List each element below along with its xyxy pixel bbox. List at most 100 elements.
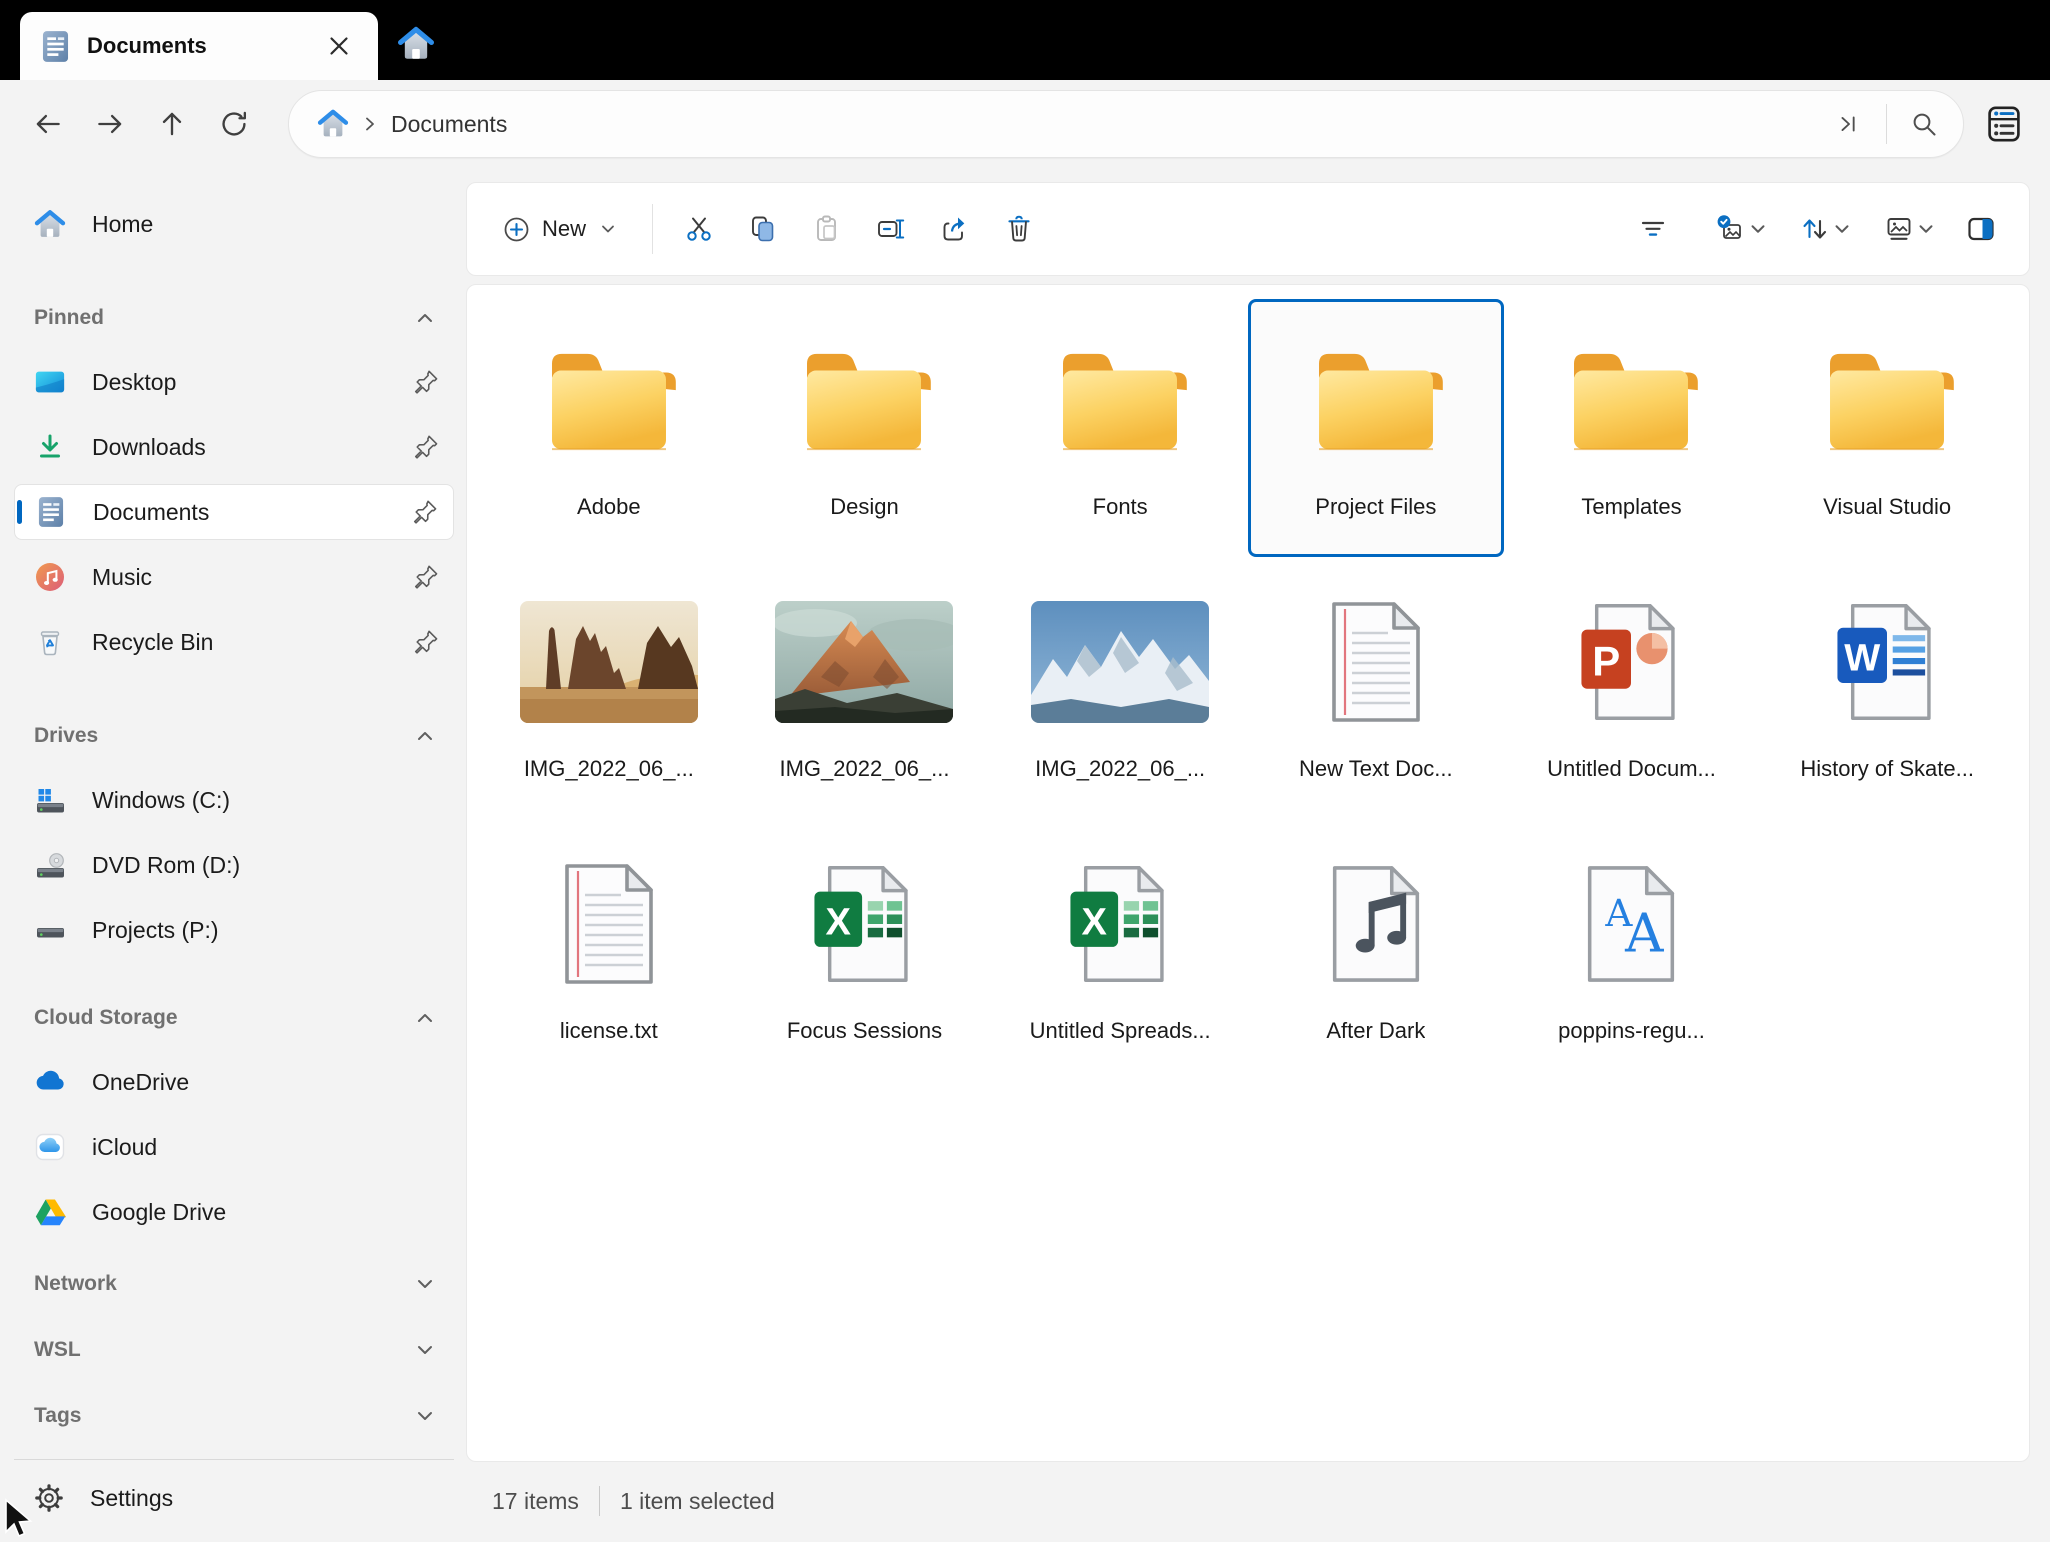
back-arrow-icon [36,114,60,134]
layout-view-icon [1887,218,1911,240]
svg-text:X: X [1082,900,1108,943]
sidebar-item-projects-p[interactable]: Projects (P:) [14,902,454,958]
share-button[interactable] [929,203,981,255]
cut-icon [687,217,711,241]
file-item[interactable]: W History of Skate... [1759,561,2015,819]
pin-icon[interactable] [412,433,440,461]
file-item[interactable]: Visual Studio [1759,299,2015,557]
filter-icon [1641,221,1665,236]
section-header-drives[interactable]: Drives [14,716,454,756]
section-header-tags[interactable]: Tags [14,1394,454,1438]
section-header-wsl[interactable]: WSL [14,1328,454,1372]
file-item[interactable]: IMG_2022_06_... [481,561,737,819]
sidebar-item-google-drive[interactable]: Google Drive [14,1184,454,1240]
ongoing-tasks-button[interactable] [1978,98,2030,150]
onedrive-icon [34,1067,66,1097]
file-item[interactable]: Templates [1504,299,1760,557]
file-item[interactable]: New Text Doc... [1248,561,1504,819]
details-pane-button[interactable] [1955,203,2007,255]
sidebar-item-dvd-d[interactable]: DVD Rom (D:) [14,837,454,893]
forward-button[interactable] [86,100,134,148]
sidebar-item-windows-c[interactable]: Windows (C:) [14,772,454,828]
select-options-button[interactable] [1705,207,1777,251]
google-drive-icon [34,1198,66,1226]
section-header-pinned[interactable]: Pinned [14,298,454,338]
sort-button[interactable] [1791,207,1861,251]
breadcrumb-home[interactable] [317,109,349,139]
font-file-icon: AA [1588,866,1675,982]
file-item[interactable]: After Dark [1248,823,1504,1081]
refresh-button[interactable] [210,100,258,148]
chevron-down-icon [1751,225,1765,233]
filter-button[interactable] [1627,203,1679,255]
file-item-label: Templates [1581,494,1682,519]
sidebar-item-home[interactable]: Home [14,196,454,252]
photo-thumbnail-snow [1031,601,1210,723]
sidebar-item-desktop[interactable]: Desktop [14,354,454,410]
share-icon [943,217,965,241]
breadcrumb-item[interactable]: Documents [391,111,507,138]
paste-icon [817,215,836,241]
file-item[interactable]: IMG_2022_06_... [737,561,993,819]
file-item[interactable]: X Untitled Spreads... [992,823,1248,1081]
icloud-icon [34,1132,66,1162]
rename-icon [878,219,905,239]
file-item[interactable]: P Untitled Docum... [1504,561,1760,819]
pin-icon[interactable] [412,628,440,656]
photo-thumbnail-desert [519,601,698,723]
file-item[interactable]: Design [737,299,993,557]
forward-arrow-icon [98,114,122,134]
new-button[interactable]: New [489,208,632,251]
file-item-label: History of Skate... [1800,756,1974,781]
file-item[interactable]: Fonts [992,299,1248,557]
document-icon [42,30,69,63]
cut-button[interactable] [673,203,725,255]
file-item[interactable]: IMG_2022_06_... [992,561,1248,819]
sidebar-item-settings[interactable]: Settings [14,1470,454,1526]
folder-icon [551,353,676,451]
section-header-cloud-storage[interactable]: Cloud Storage [14,998,454,1038]
folder-icon [807,353,932,451]
file-item[interactable]: license.txt [481,823,737,1081]
up-button[interactable] [148,100,196,148]
sidebar-item-recycle-bin[interactable]: Recycle Bin [14,614,454,670]
search-button[interactable] [1901,101,1947,147]
svg-text:A: A [1625,903,1665,965]
sidebar-item-onedrive[interactable]: OneDrive [14,1054,454,1110]
close-icon[interactable] [322,29,356,63]
layout-view-button[interactable] [1875,207,1945,251]
file-item[interactable]: AA poppins-regu... [1504,823,1760,1081]
text-file-icon [565,864,653,984]
jump-to-end-icon [1841,116,1855,132]
tab-documents[interactable]: Documents [20,12,378,80]
file-item[interactable]: X Focus Sessions [737,823,993,1081]
file-item[interactable]: Adobe [481,299,737,557]
sidebar-item-documents[interactable]: Documents [14,484,454,540]
sidebar-item-music[interactable]: Music [14,549,454,605]
file-item-label: Design [830,494,899,519]
sidebar-footer: Settings [14,1459,454,1526]
back-button[interactable] [24,100,72,148]
toolbar: New [466,182,2030,276]
sidebar-item-icloud[interactable]: iCloud [14,1119,454,1175]
rename-button[interactable] [865,203,917,255]
pin-icon[interactable] [411,498,439,526]
recycle-bin-icon [34,627,66,657]
jump-to-end-button[interactable] [1826,101,1872,147]
status-bar: 17 items 1 item selected [466,1464,2050,1538]
new-tab-home-button[interactable] [392,20,440,68]
select-options-icon [1717,215,1741,239]
delete-icon [1008,215,1030,242]
navigation-bar: Documents [0,80,2050,168]
address-bar[interactable]: Documents [288,90,1964,158]
file-item[interactable]: Project Files [1248,299,1504,557]
sidebar-item-downloads[interactable]: Downloads [14,419,454,475]
sidebar-item-label: Home [92,210,154,237]
pin-icon[interactable] [412,563,440,591]
drive-icon [34,916,66,944]
section-header-network[interactable]: Network [14,1262,454,1306]
pin-icon[interactable] [412,368,440,396]
paste-button[interactable] [801,203,853,255]
delete-button[interactable] [993,203,1045,255]
copy-button[interactable] [737,203,789,255]
